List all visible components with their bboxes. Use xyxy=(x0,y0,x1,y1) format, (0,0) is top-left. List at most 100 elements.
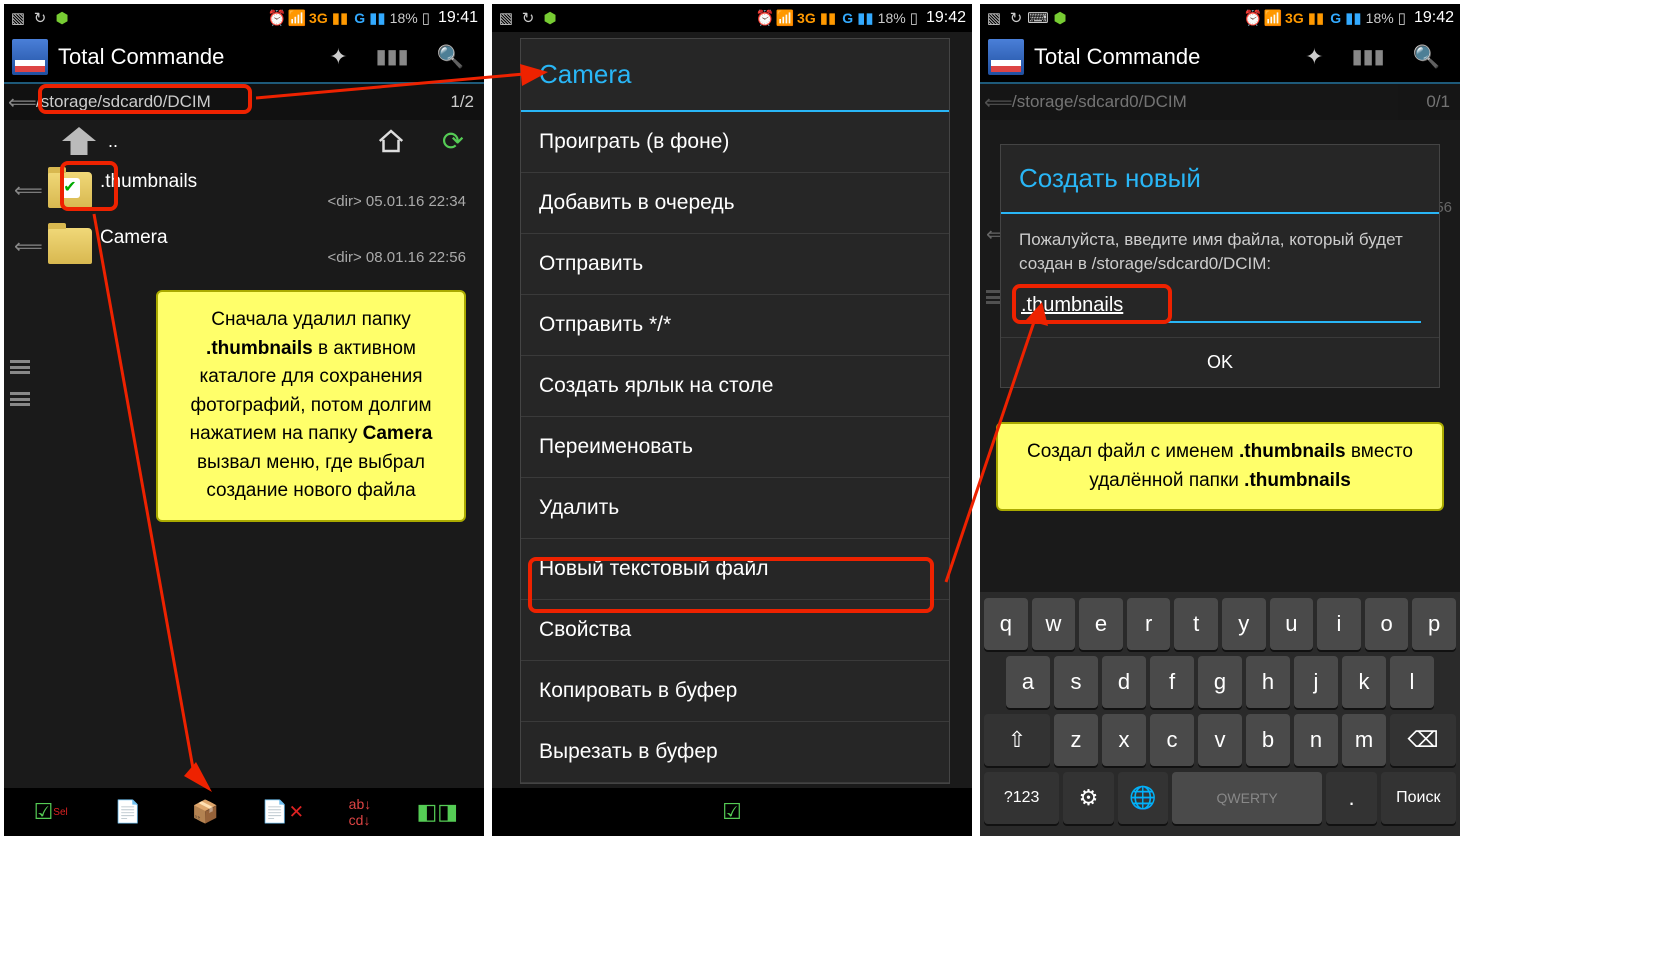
key-n[interactable]: n xyxy=(1294,714,1338,766)
menu-item-send-all[interactable]: Отправить */* xyxy=(521,295,949,356)
search-icon[interactable]: 🔍 xyxy=(1413,44,1440,70)
sync-icon: ↻ xyxy=(520,10,536,26)
key-u[interactable]: u xyxy=(1270,598,1314,650)
menu-item-play[interactable]: Проиграть (в фоне) xyxy=(521,112,949,173)
parent-dir[interactable]: .. xyxy=(108,131,118,152)
menu-item-copy-clipboard[interactable]: Копировать в буфер xyxy=(521,661,949,722)
sync-icon: ↻ xyxy=(32,10,48,26)
swap-icon[interactable]: ◧◨ xyxy=(421,796,453,828)
path-bar: ⟸ /storage/sdcard0/DCIM 0/1 xyxy=(980,84,1460,120)
key-period[interactable]: . xyxy=(1326,772,1376,824)
menu-title: Camera xyxy=(521,39,949,112)
menu-item-rename[interactable]: Переименовать xyxy=(521,417,949,478)
shield-icon: ⬢ xyxy=(542,10,558,26)
key-g[interactable]: g xyxy=(1198,656,1242,708)
key-d[interactable]: d xyxy=(1102,656,1146,708)
clock: 19:41 xyxy=(438,9,478,27)
menu-item-send[interactable]: Отправить xyxy=(521,234,949,295)
key-settings-icon[interactable]: ⚙ xyxy=(1063,772,1113,824)
menu-item-shortcut[interactable]: Создать ярлык на столе xyxy=(521,356,949,417)
pack-icon[interactable]: 📦 xyxy=(189,796,221,828)
menu-item-new-file[interactable]: Новый текстовый файл xyxy=(521,539,949,600)
key-y[interactable]: y xyxy=(1222,598,1266,650)
signal-icon: ▮▮ xyxy=(820,9,837,27)
delete-icon[interactable]: 📄✕ xyxy=(267,796,299,828)
key-m[interactable]: m xyxy=(1342,714,1386,766)
refresh-icon[interactable]: ⟳ xyxy=(442,126,472,156)
filename-input[interactable]: .thumbnails xyxy=(1019,290,1421,323)
menu-item-cut-clipboard[interactable]: Вырезать в буфер xyxy=(521,722,949,783)
signal-icon-2: ▮▮ xyxy=(857,9,874,27)
list-icon[interactable] xyxy=(10,392,30,406)
input-value: .thumbnails xyxy=(1021,294,1123,316)
signal-icon: ▮▮ xyxy=(1308,9,1325,27)
key-j[interactable]: j xyxy=(1294,656,1338,708)
network-3g: 3G xyxy=(797,10,816,26)
battery-icon: ▯ xyxy=(910,9,918,27)
file-row-camera[interactable]: ⟸ Camera <dir> 08.01.16 22:56 xyxy=(4,218,484,274)
key-globe-icon[interactable]: 🌐 xyxy=(1118,772,1168,824)
ok-button[interactable]: OK xyxy=(1001,337,1439,387)
file-name: Camera xyxy=(100,227,474,249)
row-arrow-icon: ⟸ xyxy=(14,234,40,259)
folder-icon[interactable] xyxy=(48,228,92,264)
key-e[interactable]: e xyxy=(1079,598,1123,650)
network-g: G xyxy=(1330,10,1341,26)
back-arrow-icon[interactable]: ⟸ xyxy=(8,90,36,115)
path-counter: 1/2 xyxy=(450,92,474,112)
select-icon[interactable]: ☑Sel xyxy=(35,796,67,828)
menu-item-properties[interactable]: Свойства xyxy=(521,600,949,661)
columns-icon[interactable]: ▮▮▮ xyxy=(1352,44,1385,70)
key-o[interactable]: o xyxy=(1365,598,1409,650)
alarm-icon: ⏰ xyxy=(269,10,285,26)
key-l[interactable]: l xyxy=(1390,656,1434,708)
key-i[interactable]: i xyxy=(1317,598,1361,650)
key-w[interactable]: w xyxy=(1032,598,1076,650)
home-icon[interactable] xyxy=(374,126,408,156)
battery-percent: 18% xyxy=(878,10,906,26)
brush-icon[interactable]: ✦ xyxy=(1305,44,1323,70)
path-text[interactable]: /storage/sdcard0/DCIM xyxy=(36,92,450,112)
row-arrow-icon: ⟸ xyxy=(14,178,40,203)
key-f[interactable]: f xyxy=(1150,656,1194,708)
key-x[interactable]: x xyxy=(1102,714,1146,766)
key-b[interactable]: b xyxy=(1246,714,1290,766)
key-z[interactable]: z xyxy=(1054,714,1098,766)
up-arrow-icon[interactable] xyxy=(62,127,96,155)
battery-percent: 18% xyxy=(390,10,418,26)
key-space[interactable]: QWERTY xyxy=(1172,772,1323,824)
key-h[interactable]: h xyxy=(1246,656,1290,708)
key-backspace[interactable]: ⌫ xyxy=(1390,714,1456,766)
wifi-icon: 📶 xyxy=(777,10,793,26)
copy-icon[interactable]: 📄 xyxy=(112,796,144,828)
bottom-toolbar: ☑ xyxy=(492,788,972,836)
key-search[interactable]: Поиск xyxy=(1381,772,1456,824)
brush-icon[interactable]: ✦ xyxy=(329,44,347,70)
menu-item-delete[interactable]: Удалить xyxy=(521,478,949,539)
key-shift[interactable]: ⇧ xyxy=(984,714,1050,766)
columns-icon[interactable]: ▮▮▮ xyxy=(376,44,409,70)
key-p[interactable]: p xyxy=(1412,598,1456,650)
key-t[interactable]: t xyxy=(1174,598,1218,650)
sort-icon[interactable]: ab↓cd↓ xyxy=(344,796,376,828)
key-q[interactable]: q xyxy=(984,598,1028,650)
key-v[interactable]: v xyxy=(1198,714,1242,766)
shield-icon: ⬢ xyxy=(54,10,70,26)
key-s[interactable]: s xyxy=(1054,656,1098,708)
bottom-toolbar: ☑Sel 📄 📦 📄✕ ab↓cd↓ ◧◨ xyxy=(4,788,484,836)
select-icon[interactable]: ☑ xyxy=(716,796,748,828)
key-symbols[interactable]: ?123 xyxy=(984,772,1059,824)
list-icon[interactable] xyxy=(10,360,30,374)
path-text[interactable]: /storage/sdcard0/DCIM xyxy=(1012,92,1426,112)
folder-checked-icon[interactable] xyxy=(48,172,92,208)
menu-item-queue[interactable]: Добавить в очередь xyxy=(521,173,949,234)
key-k[interactable]: k xyxy=(1342,656,1386,708)
status-bar: ▧ ↻ ⌨ ⬢ ⏰ 📶 3G ▮▮ G ▮▮ 18% ▯ 19:42 xyxy=(980,4,1460,32)
back-arrow-icon[interactable]: ⟸ xyxy=(984,90,1012,115)
search-icon[interactable]: 🔍 xyxy=(437,44,464,70)
network-3g: 3G xyxy=(309,10,328,26)
file-row-thumbnails[interactable]: ⟸ .thumbnails <dir> 05.01.16 22:34 xyxy=(4,162,484,218)
key-r[interactable]: r xyxy=(1127,598,1171,650)
key-a[interactable]: a xyxy=(1006,656,1050,708)
key-c[interactable]: c xyxy=(1150,714,1194,766)
